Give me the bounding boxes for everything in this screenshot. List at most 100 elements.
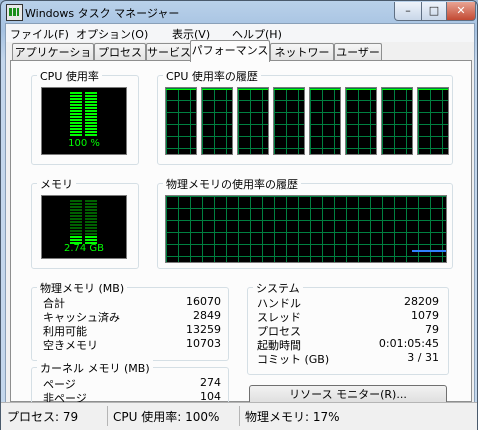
meter-segment xyxy=(85,134,97,136)
maximize-button[interactable]: □ xyxy=(421,2,447,21)
close-button[interactable]: ✕ xyxy=(446,2,476,21)
meter-segment xyxy=(85,101,97,103)
cpu-history-label: CPU 使用率の履歴 xyxy=(163,68,261,84)
tab-users[interactable]: ユーザー xyxy=(334,43,382,61)
meter-segment xyxy=(85,233,97,235)
title-bar[interactable]: Windows タスク マネージャー – □ ✕ xyxy=(1,1,477,23)
cpu-core-usage-line xyxy=(202,89,232,90)
meter-segment xyxy=(70,227,82,229)
system-label: システム xyxy=(253,280,303,296)
cpu-core-usage-line xyxy=(274,89,304,90)
meter-segment xyxy=(70,101,82,103)
tab-processes[interactable]: プロセス xyxy=(94,43,146,61)
memory-value: 2.74 GB xyxy=(63,243,105,254)
status-memory: 物理メモリ: 17% xyxy=(245,410,340,424)
tab-applications[interactable]: アプリケーション xyxy=(12,43,94,76)
memory-history-line xyxy=(412,250,446,252)
meter-segment xyxy=(70,209,82,211)
physical-total-value: 16070 xyxy=(186,295,221,308)
meter-segment xyxy=(70,203,82,205)
meter-segment xyxy=(85,128,97,130)
status-cpu: CPU 使用率: 100% xyxy=(113,410,220,424)
meter-segment xyxy=(85,206,97,208)
meter-segment xyxy=(85,209,97,211)
cpu-core-usage-line xyxy=(166,89,196,90)
cpu-usage-meter: 100 % xyxy=(41,87,127,155)
meter-segment xyxy=(85,122,97,124)
memory-history-label: 物理メモリの使用率の履歴 xyxy=(163,176,301,192)
meter-segment xyxy=(70,122,82,124)
meter-segment xyxy=(85,119,97,121)
memory-meter: 2.74 GB xyxy=(41,195,127,259)
cpu-core-history-graph xyxy=(237,87,269,155)
meter-segment xyxy=(70,92,82,94)
meter-segment xyxy=(70,134,82,136)
physical-free-value: 10703 xyxy=(186,337,221,350)
meter-segment xyxy=(85,218,97,220)
task-manager-window: Windows タスク マネージャー – □ ✕ ファイル(F) オプション(O… xyxy=(0,0,478,430)
meter-segment xyxy=(70,131,82,133)
meter-segment xyxy=(85,107,97,109)
meter-segment xyxy=(70,239,82,241)
meter-segment xyxy=(85,110,97,112)
meter-segment xyxy=(85,95,97,97)
menu-options[interactable]: オプション(O) xyxy=(76,26,148,42)
window-title: Windows タスク マネージャー xyxy=(25,7,180,20)
system-commit-label: コミット (GB) xyxy=(257,353,330,366)
meter-segment xyxy=(85,224,97,226)
meter-segment xyxy=(70,224,82,226)
meter-segment xyxy=(85,236,97,238)
meter-segment xyxy=(85,92,97,94)
meter-segment xyxy=(70,110,82,112)
kernel-memory-label: カーネル メモリ (MB) xyxy=(37,360,153,376)
meter-segment xyxy=(70,113,82,115)
cpu-core-history-graph xyxy=(417,87,449,155)
meter-segment xyxy=(85,212,97,214)
meter-segment xyxy=(70,212,82,214)
performance-panel: CPU 使用率 100 % CPU 使用率の履歴 メモリ 2.74 GB 物理メ… xyxy=(10,60,472,413)
meter-segment xyxy=(70,218,82,220)
system-commit-value: 3 / 31 xyxy=(407,351,439,364)
tab-networking[interactable]: ネットワーク xyxy=(270,43,334,76)
meter-segment xyxy=(85,98,97,100)
meter-segment xyxy=(85,131,97,133)
client-area: ファイル(F) オプション(O) 表示(V) ヘルプ(H) アプリケーション プ… xyxy=(5,23,475,413)
meter-segment xyxy=(85,227,97,229)
meter-segment xyxy=(70,200,82,202)
meter-segment xyxy=(70,107,82,109)
meter-segment xyxy=(85,239,97,241)
meter-segment xyxy=(70,116,82,118)
status-bar: プロセス: 79 CPU 使用率: 100% 物理メモリ: 17% xyxy=(1,402,477,430)
meter-segment xyxy=(70,206,82,208)
menu-file[interactable]: ファイル(F) xyxy=(10,26,69,42)
cpu-core-history-graph xyxy=(201,87,233,155)
cpu-core-usage-line xyxy=(310,89,340,90)
tab-services[interactable]: サービス xyxy=(146,43,192,61)
meter-segment xyxy=(85,125,97,127)
meter-segment xyxy=(70,125,82,127)
cpu-core-usage-line xyxy=(418,89,448,90)
meter-segment xyxy=(85,113,97,115)
meter-segment xyxy=(70,230,82,232)
meter-segment xyxy=(70,215,82,217)
cpu-usage-label: CPU 使用率 xyxy=(37,68,102,84)
physical-cached-value: 2849 xyxy=(193,309,221,322)
system-processes-value: 79 xyxy=(425,323,439,336)
cpu-usage-value: 100 % xyxy=(68,138,100,149)
physical-memory-label: 物理メモリ (MB) xyxy=(37,280,128,296)
meter-segment xyxy=(85,230,97,232)
memory-label: メモリ xyxy=(37,176,76,192)
meter-segment xyxy=(70,233,82,235)
meter-segment xyxy=(70,128,82,130)
cpu-core-history-graph xyxy=(381,87,413,155)
meter-segment xyxy=(85,203,97,205)
tab-performance[interactable]: パフォーマンス xyxy=(190,40,270,62)
meter-segment xyxy=(85,215,97,217)
cpu-core-history-graph xyxy=(273,87,305,155)
minimize-button[interactable]: – xyxy=(394,2,422,21)
meter-segment xyxy=(85,221,97,223)
meter-segment xyxy=(70,98,82,100)
task-manager-app-icon[interactable] xyxy=(6,4,23,21)
system-handles-value: 28209 xyxy=(404,295,439,308)
meter-segment xyxy=(70,119,82,121)
